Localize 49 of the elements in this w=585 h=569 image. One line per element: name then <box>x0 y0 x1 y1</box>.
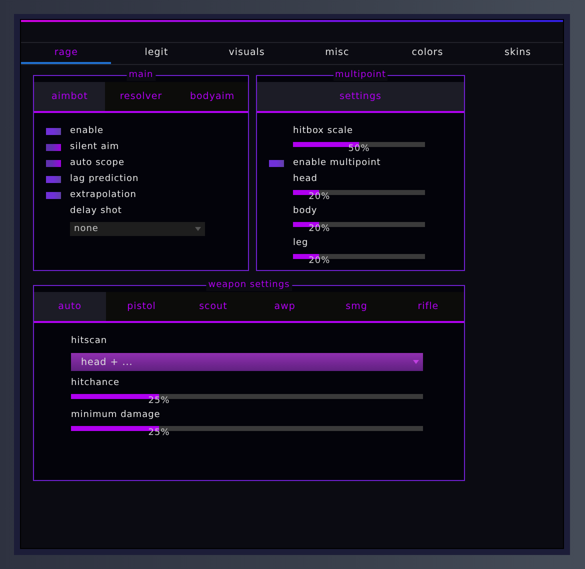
sub-tab[interactable]: scout <box>177 292 250 321</box>
slider-value: 25% <box>148 396 170 406</box>
field-label: hitscan <box>71 336 108 346</box>
slider-value: 20% <box>308 192 330 202</box>
checkbox[interactable] <box>46 192 61 198</box>
sub-tab[interactable]: smg <box>320 292 392 321</box>
tab[interactable]: legit <box>111 43 202 64</box>
slider-label: body <box>293 206 318 216</box>
slider-label: leg <box>293 238 308 248</box>
checkbox[interactable] <box>46 176 61 182</box>
field-label: delay shot <box>70 206 122 216</box>
caret-icon <box>195 227 201 231</box>
group-title: multipoint <box>333 69 388 81</box>
group-title: weapon settings <box>206 279 292 291</box>
tab[interactable]: misc <box>292 43 382 64</box>
tab[interactable]: visuals <box>202 43 292 64</box>
tab[interactable]: skins <box>472 43 563 64</box>
dropdown[interactable]: head + ... <box>71 353 423 371</box>
sub-tab[interactable]: rifle <box>392 292 464 321</box>
sub-tab[interactable]: resolver <box>105 82 177 111</box>
checkbox-label: silent aim <box>70 142 120 152</box>
checkbox[interactable] <box>46 144 61 150</box>
slider-value: 20% <box>308 224 330 234</box>
slider-label: hitbox scale <box>293 126 354 136</box>
dropdown[interactable]: none <box>70 222 205 236</box>
group-title: main <box>126 69 156 81</box>
checkbox-label: enable multipoint <box>293 158 381 168</box>
sub-tab[interactable]: settings <box>257 82 464 111</box>
sub-tab[interactable]: awp <box>249 292 321 321</box>
slider-label: minimum damage <box>71 410 160 420</box>
slider-value: 20% <box>308 256 330 266</box>
checkbox-label: lag prediction <box>70 174 139 184</box>
slider-label: head <box>293 174 318 184</box>
checkbox-label: enable <box>70 126 104 136</box>
checkbox-label: auto scope <box>70 158 125 168</box>
sub-tab[interactable]: pistol <box>106 292 178 321</box>
sub-tab[interactable]: bodyaim <box>176 82 248 111</box>
sub-tab[interactable]: aimbot <box>34 82 106 111</box>
slider-label: hitchance <box>71 378 120 388</box>
checkbox[interactable] <box>269 160 284 166</box>
tab[interactable]: colors <box>382 43 473 64</box>
slider-value: 50% <box>348 144 370 154</box>
slider-value: 25% <box>148 428 170 438</box>
checkbox[interactable] <box>46 128 61 134</box>
checkbox[interactable] <box>46 160 61 166</box>
checkbox-label: extrapolation <box>70 190 136 200</box>
caret-icon <box>413 360 419 364</box>
tab[interactable]: rage <box>21 43 112 64</box>
sub-tab[interactable]: auto <box>34 292 106 321</box>
